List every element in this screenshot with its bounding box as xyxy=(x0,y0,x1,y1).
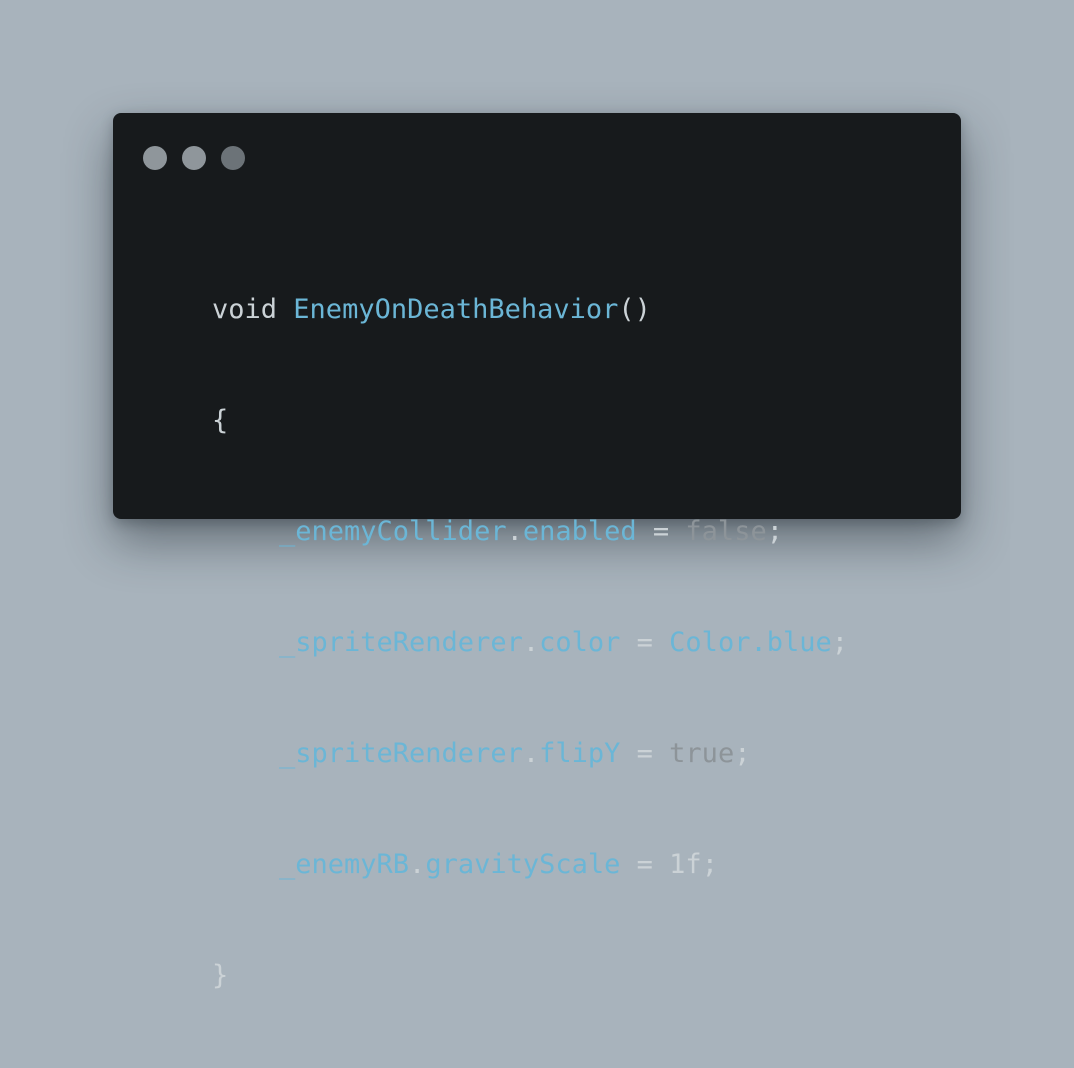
window-controls xyxy=(143,146,245,170)
code-semicolon: ; xyxy=(766,516,783,547)
code-operator: = xyxy=(620,627,670,658)
code-line: void EnemyOnDeathBehavior() xyxy=(212,291,848,328)
code-line: { xyxy=(212,402,848,439)
code-identifier: _enemyRB xyxy=(279,849,410,880)
code-property: gravityScale xyxy=(425,849,621,880)
code-identifier: _spriteRenderer xyxy=(279,738,523,769)
code-window: void EnemyOnDeathBehavior() { _enemyColl… xyxy=(113,113,961,991)
code-punctuation: () xyxy=(618,294,651,325)
code-keyword: void xyxy=(212,294,278,325)
code-operator: = xyxy=(620,849,670,880)
code-literal: true xyxy=(669,738,735,769)
code-operator: = xyxy=(620,738,670,769)
window-dot-icon xyxy=(221,146,245,170)
code-open-brace: { xyxy=(212,405,229,436)
code-punctuation: . xyxy=(522,738,540,769)
code-identifier: _enemyCollider xyxy=(279,516,507,547)
code-property: enabled xyxy=(522,516,637,547)
code-line: _spriteRenderer.flipY = true; xyxy=(212,735,848,772)
code-type-value: Color.blue xyxy=(669,627,832,658)
code-semicolon: ; xyxy=(701,849,718,880)
code-punctuation: . xyxy=(506,516,523,547)
code-operator: = xyxy=(636,516,686,547)
code-line: _enemyCollider.enabled = false; xyxy=(212,513,848,550)
code-line: _enemyRB.gravityScale = 1f; xyxy=(212,846,848,883)
code-literal: false xyxy=(685,516,767,547)
code-function-name: EnemyOnDeathBehavior xyxy=(293,294,619,325)
code-property: color xyxy=(539,627,621,658)
code-semicolon: ; xyxy=(831,627,848,658)
window-dot-icon xyxy=(182,146,206,170)
code-property: flipY xyxy=(539,738,621,769)
code-line: } xyxy=(212,957,848,994)
code-punctuation: . xyxy=(522,627,540,658)
code-block: void EnemyOnDeathBehavior() { _enemyColl… xyxy=(212,217,848,1068)
code-close-brace: } xyxy=(212,960,229,991)
code-number: 1f xyxy=(669,849,702,880)
code-identifier: _spriteRenderer xyxy=(279,627,523,658)
window-dot-icon xyxy=(143,146,167,170)
code-punctuation: . xyxy=(409,849,426,880)
code-semicolon: ; xyxy=(734,738,751,769)
